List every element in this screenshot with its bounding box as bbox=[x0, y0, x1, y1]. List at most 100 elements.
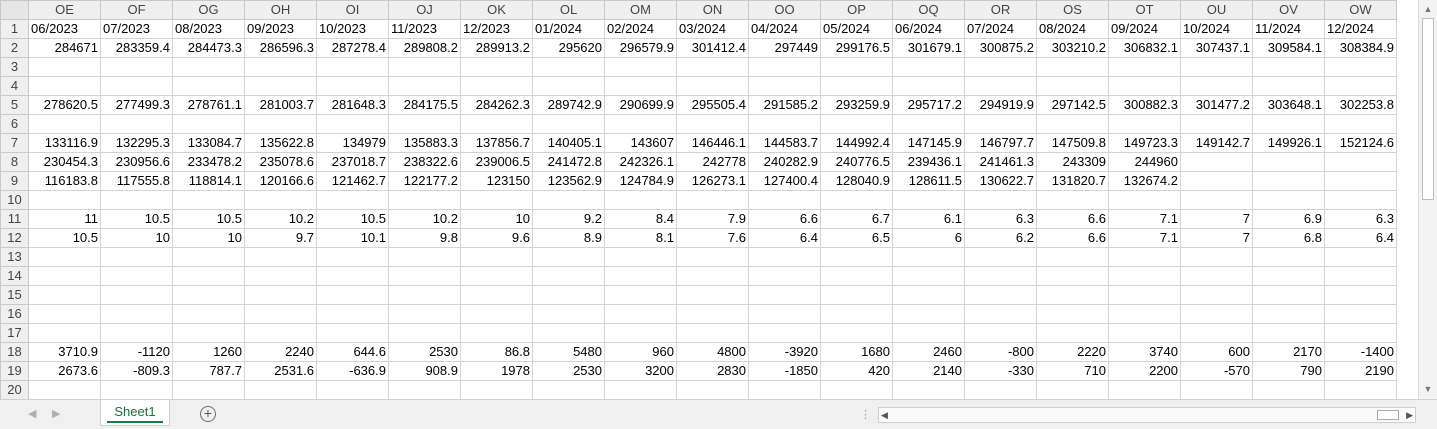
cell[interactable] bbox=[748, 266, 821, 286]
cell[interactable] bbox=[1324, 57, 1397, 77]
cell[interactable]: 710 bbox=[1036, 361, 1109, 381]
cell[interactable] bbox=[100, 285, 173, 305]
cell[interactable]: 146797.7 bbox=[964, 133, 1037, 153]
cell[interactable] bbox=[388, 190, 461, 210]
cell[interactable]: 2530 bbox=[532, 361, 605, 381]
cell[interactable] bbox=[316, 190, 389, 210]
cell[interactable] bbox=[964, 323, 1037, 343]
spreadsheet-grid[interactable]: OE OF OG OH OI OJ OK OL OM ON OO OP OQ OR OS OT OU OV OW 1… bbox=[0, 0, 1418, 399]
cell[interactable]: 7.6 bbox=[676, 228, 749, 248]
cell[interactable] bbox=[244, 304, 317, 324]
cell[interactable] bbox=[316, 57, 389, 77]
row-header[interactable]: 20 bbox=[0, 380, 29, 399]
cell[interactable] bbox=[892, 114, 965, 134]
cell[interactable]: 12/2024 bbox=[1324, 19, 1397, 39]
cell[interactable] bbox=[964, 190, 1037, 210]
cell[interactable] bbox=[1252, 266, 1325, 286]
cell[interactable] bbox=[172, 57, 245, 77]
cell[interactable]: 2170 bbox=[1252, 342, 1325, 362]
cell[interactable] bbox=[676, 304, 749, 324]
cell[interactable] bbox=[1252, 114, 1325, 134]
cell[interactable]: 290699.9 bbox=[604, 95, 677, 115]
cell[interactable]: 132295.3 bbox=[100, 133, 173, 153]
cell[interactable]: 01/2024 bbox=[532, 19, 605, 39]
row-header[interactable]: 4 bbox=[0, 76, 29, 96]
cell[interactable]: 9.8 bbox=[388, 228, 461, 248]
cell[interactable] bbox=[388, 57, 461, 77]
cell[interactable]: 3710.9 bbox=[28, 342, 101, 362]
cell[interactable] bbox=[460, 304, 533, 324]
next-sheet-icon[interactable]: ▶ bbox=[52, 407, 60, 420]
cell[interactable] bbox=[244, 190, 317, 210]
cell[interactable] bbox=[1324, 380, 1397, 399]
cell[interactable] bbox=[460, 323, 533, 343]
cell[interactable]: 06/2024 bbox=[892, 19, 965, 39]
cell[interactable]: 244960 bbox=[1108, 152, 1181, 172]
cell[interactable] bbox=[1180, 57, 1253, 77]
cell[interactable] bbox=[28, 304, 101, 324]
row-header[interactable]: 19 bbox=[0, 361, 29, 381]
cell[interactable] bbox=[172, 304, 245, 324]
cell[interactable] bbox=[244, 380, 317, 399]
cell[interactable]: 11/2024 bbox=[1252, 19, 1325, 39]
cell[interactable]: 281003.7 bbox=[244, 95, 317, 115]
cell[interactable] bbox=[1108, 304, 1181, 324]
cell[interactable] bbox=[244, 285, 317, 305]
row-header[interactable]: 7 bbox=[0, 133, 29, 153]
cell[interactable]: 1680 bbox=[820, 342, 893, 362]
column-header[interactable]: OQ bbox=[892, 0, 965, 20]
cell[interactable] bbox=[748, 304, 821, 324]
row-header[interactable]: 9 bbox=[0, 171, 29, 191]
cell[interactable] bbox=[388, 247, 461, 267]
cell[interactable]: 233478.2 bbox=[172, 152, 245, 172]
cell[interactable] bbox=[460, 285, 533, 305]
cell[interactable]: -1850 bbox=[748, 361, 821, 381]
cell[interactable] bbox=[244, 57, 317, 77]
cell[interactable] bbox=[604, 304, 677, 324]
cell[interactable] bbox=[172, 76, 245, 96]
scroll-left-icon[interactable]: ◀ bbox=[881, 408, 888, 422]
row-header[interactable]: 11 bbox=[0, 209, 29, 229]
cell[interactable]: 241472.8 bbox=[532, 152, 605, 172]
cell[interactable]: 126273.1 bbox=[676, 171, 749, 191]
cell[interactable] bbox=[172, 266, 245, 286]
prev-sheet-icon[interactable]: ◀ bbox=[28, 407, 36, 420]
cell[interactable]: 124784.9 bbox=[604, 171, 677, 191]
row-header[interactable]: 1 bbox=[0, 19, 29, 39]
cell[interactable] bbox=[460, 190, 533, 210]
cell[interactable] bbox=[604, 57, 677, 77]
cell[interactable]: 147509.8 bbox=[1036, 133, 1109, 153]
cell[interactable]: 2240 bbox=[244, 342, 317, 362]
cell[interactable] bbox=[604, 266, 677, 286]
cell[interactable]: 286596.3 bbox=[244, 38, 317, 58]
cell[interactable] bbox=[244, 76, 317, 96]
cell[interactable]: 10/2024 bbox=[1180, 19, 1253, 39]
cell[interactable] bbox=[748, 76, 821, 96]
row-header[interactable]: 17 bbox=[0, 323, 29, 343]
cell[interactable] bbox=[1180, 190, 1253, 210]
cell[interactable]: 284473.3 bbox=[172, 38, 245, 58]
cell[interactable] bbox=[676, 57, 749, 77]
cell[interactable] bbox=[676, 323, 749, 343]
cell[interactable] bbox=[28, 323, 101, 343]
cell[interactable] bbox=[532, 190, 605, 210]
cell[interactable]: -800 bbox=[964, 342, 1037, 362]
cell[interactable] bbox=[244, 114, 317, 134]
cell[interactable]: 123150 bbox=[460, 171, 533, 191]
cell[interactable]: 289742.9 bbox=[532, 95, 605, 115]
cell[interactable] bbox=[892, 57, 965, 77]
cell[interactable]: 6.3 bbox=[964, 209, 1037, 229]
cell[interactable] bbox=[676, 247, 749, 267]
cell[interactable]: 146446.1 bbox=[676, 133, 749, 153]
cell[interactable] bbox=[388, 304, 461, 324]
cell[interactable] bbox=[28, 57, 101, 77]
cell[interactable] bbox=[1252, 190, 1325, 210]
cell[interactable] bbox=[460, 380, 533, 399]
cell[interactable]: 118814.1 bbox=[172, 171, 245, 191]
cell[interactable]: 240282.9 bbox=[748, 152, 821, 172]
cell[interactable] bbox=[1180, 380, 1253, 399]
cell[interactable] bbox=[100, 76, 173, 96]
cell[interactable] bbox=[1180, 285, 1253, 305]
cell[interactable]: 7 bbox=[1180, 209, 1253, 229]
column-header[interactable]: OI bbox=[316, 0, 389, 20]
